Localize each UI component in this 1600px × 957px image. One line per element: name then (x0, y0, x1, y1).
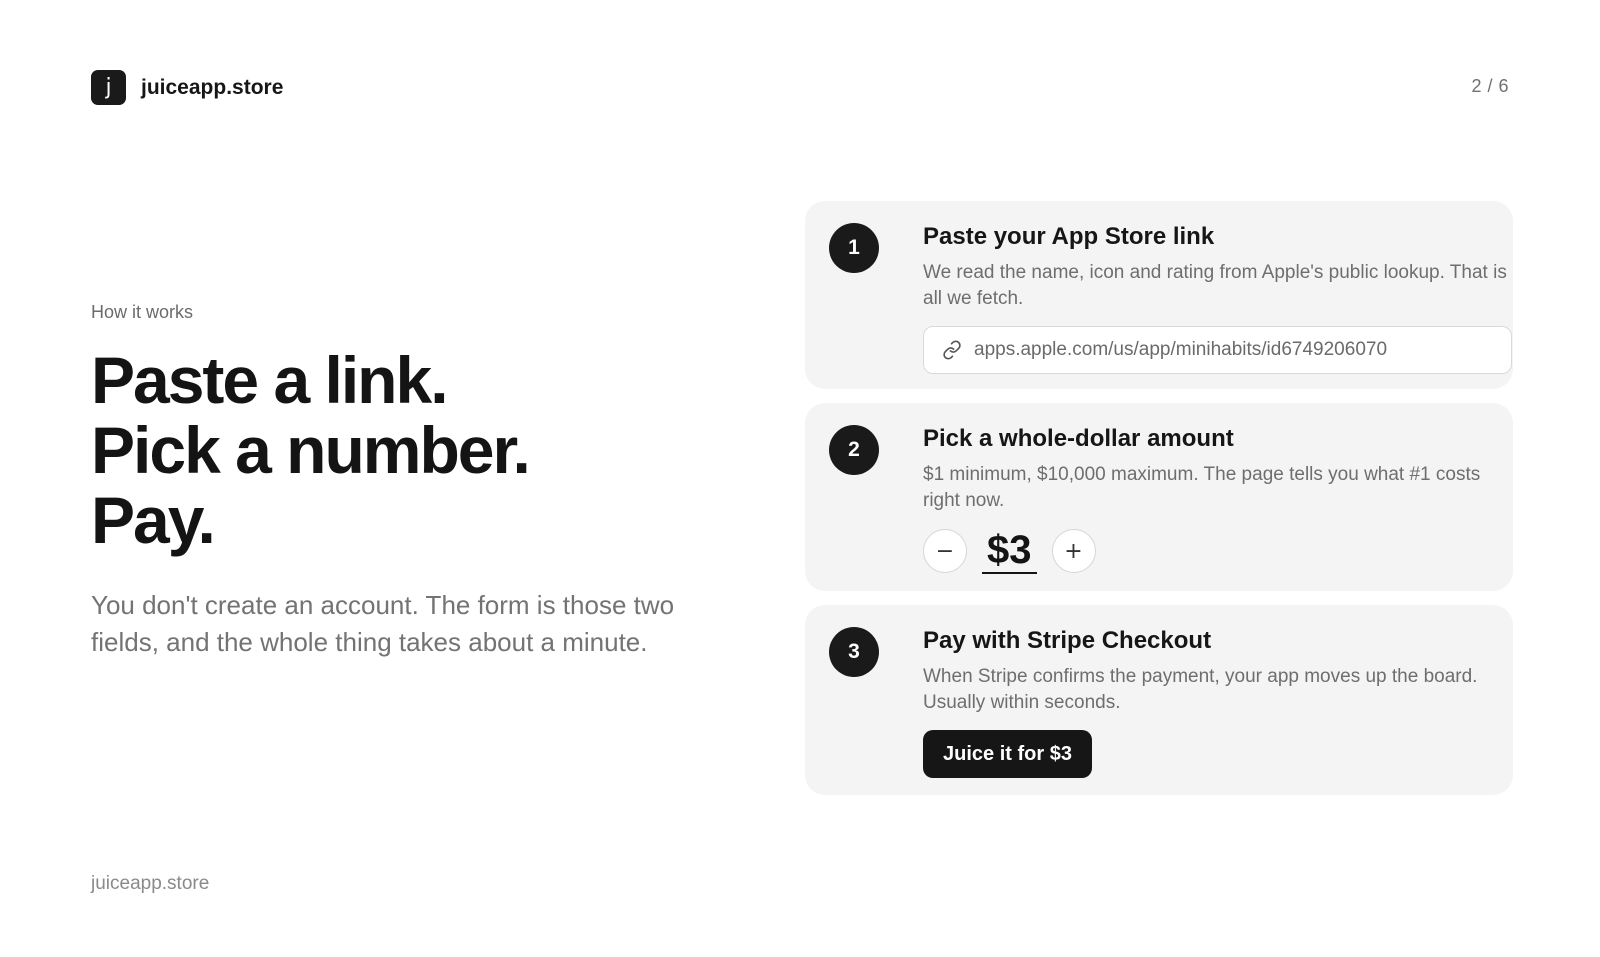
juice-it-button[interactable]: Juice it for $3 (923, 730, 1092, 778)
headline-line-2: Pick a number. (91, 413, 531, 487)
link-icon (942, 340, 962, 360)
step-description: When Stripe confirms the payment, your a… (923, 666, 1478, 713)
step-title: Pick a whole-dollar amount (923, 425, 1234, 452)
logo-icon: j (91, 70, 126, 105)
footer-brand[interactable]: juiceapp.store (91, 873, 209, 895)
headline: Paste a link. Pick a number. Pay. (91, 345, 711, 555)
steps-list: 1 Paste your App Store link We read the … (805, 201, 1513, 795)
amount-stepper: − $3 + (923, 528, 1489, 574)
step-title: Paste your App Store link (923, 223, 1215, 250)
slide-counter: 2 / 6 (1471, 76, 1509, 96)
step-content: Pay with Stripe Checkout When Stripe con… (923, 625, 1489, 778)
step-number-badge: 2 (829, 425, 879, 475)
step-card-3: 3 Pay with Stripe Checkout When Stripe c… (805, 605, 1513, 795)
amount-value[interactable]: $3 (982, 528, 1037, 574)
increase-amount-button[interactable]: + (1051, 529, 1096, 573)
step-description: We read the name, icon and rating from A… (923, 262, 1507, 309)
step-number-badge: 3 (829, 627, 879, 677)
app-store-link-input[interactable] (974, 339, 1511, 361)
decrease-amount-button[interactable]: − (923, 529, 967, 573)
headline-line-3: Pay. (91, 483, 216, 557)
step-content: Pick a whole-dollar amount $1 minimum, $… (923, 423, 1489, 574)
header: j juiceapp.store 2 / 6 (91, 70, 1509, 106)
brand-name: juiceapp.store (141, 75, 284, 99)
step-content: Paste your App Store link We read the na… (923, 221, 1512, 374)
brand[interactable]: j juiceapp.store (91, 70, 1509, 105)
step-title: Pay with Stripe Checkout (923, 627, 1212, 654)
step-number-badge: 1 (829, 223, 879, 273)
lead-paragraph: You don't create an account. The form is… (91, 590, 675, 657)
eyebrow-label: How it works (91, 302, 194, 322)
step-description: $1 minimum, $10,000 maximum. The page te… (923, 464, 1481, 511)
headline-line-1: Paste a link. (91, 343, 449, 417)
intro-section: How it works Paste a link. Pick a number… (91, 302, 711, 661)
step-card-2: 2 Pick a whole-dollar amount $1 minimum,… (805, 403, 1513, 591)
app-store-link-field[interactable] (923, 326, 1512, 374)
step-card-1: 1 Paste your App Store link We read the … (805, 201, 1513, 389)
